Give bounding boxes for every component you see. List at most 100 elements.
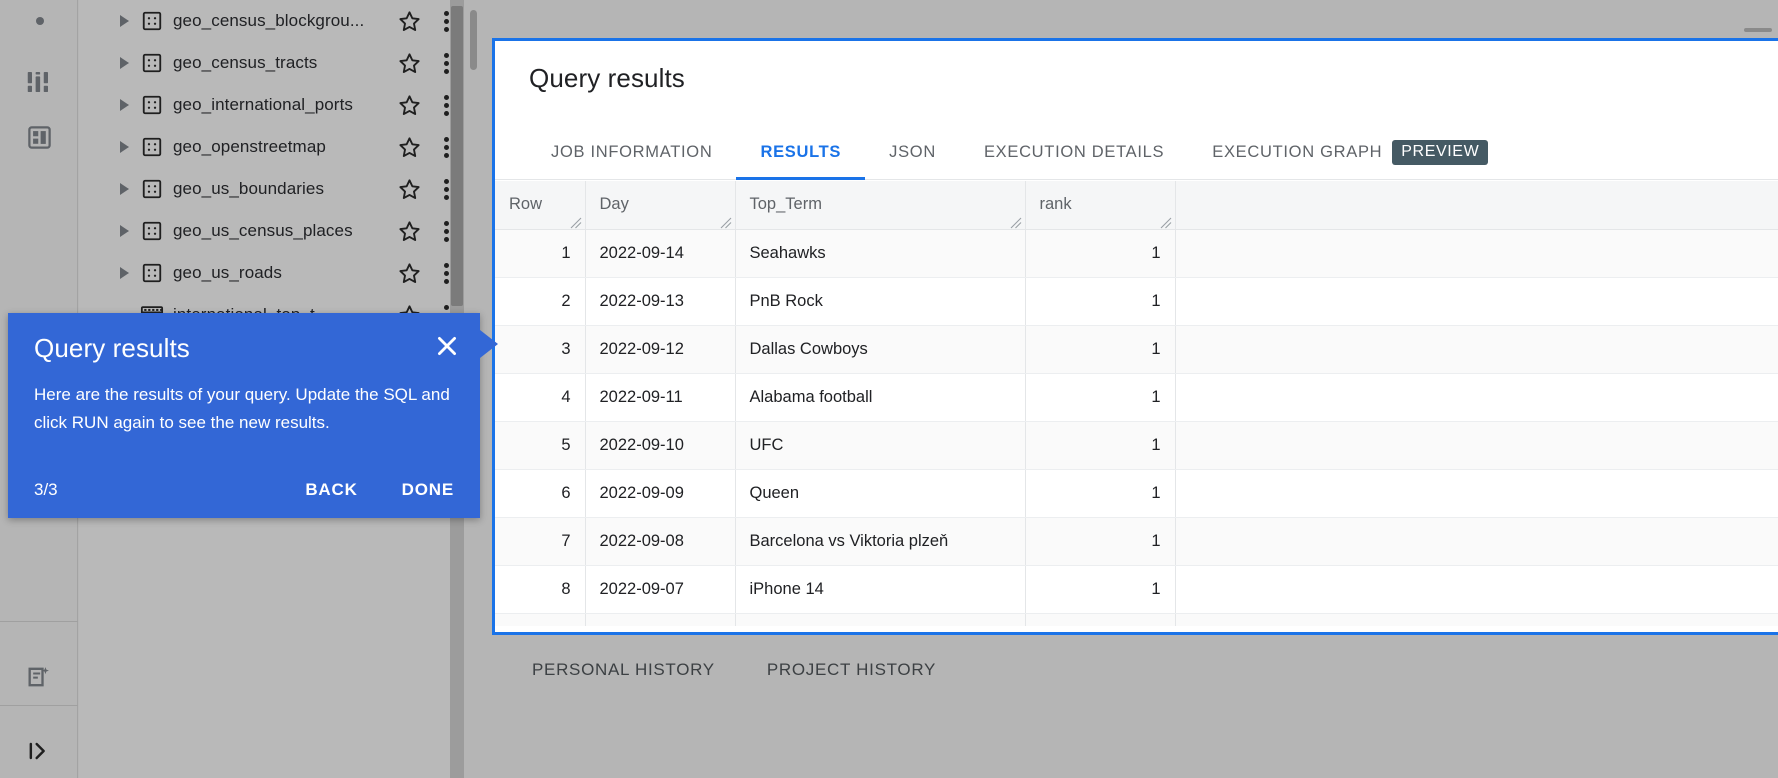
explorer-item[interactable]: geo_us_census_places xyxy=(79,210,464,252)
explorer-item-label: geo_us_census_places xyxy=(173,221,390,241)
column-header-label: Row xyxy=(509,195,542,213)
cell-row-number: 6 xyxy=(495,469,585,517)
table-row[interactable]: 62022-09-09Queen1 xyxy=(495,469,1778,517)
tab-execution-details[interactable]: EXECUTION DETAILS xyxy=(960,125,1188,180)
table-row[interactable]: 52022-09-10UFC1 xyxy=(495,421,1778,469)
editor-scrollbar-thumb[interactable] xyxy=(470,10,477,70)
table-row[interactable]: 92022-09-06Don't Worry Darling1 xyxy=(495,613,1778,626)
explorer-item[interactable]: geo_census_tracts xyxy=(79,42,464,84)
expand-caret-icon[interactable] xyxy=(111,267,137,279)
tab-label: JOB INFORMATION xyxy=(551,143,712,162)
explorer-item[interactable]: geo_international_ports xyxy=(79,84,464,126)
star-outline-icon[interactable] xyxy=(390,93,428,118)
column-header-top_term[interactable]: Top_Term xyxy=(735,181,1025,229)
table-icon xyxy=(137,178,167,200)
cell-rank: 1 xyxy=(1025,517,1175,565)
cell-spacer xyxy=(1175,613,1778,626)
expand-caret-icon[interactable] xyxy=(111,183,137,195)
results-table-head: Row DayTop_Termrank xyxy=(495,181,1778,229)
star-outline-icon[interactable] xyxy=(390,219,428,244)
coachmark-dialog: Query results Here are the results of yo… xyxy=(8,313,480,518)
table-row[interactable]: 82022-09-07iPhone 141 xyxy=(495,565,1778,613)
tab-json[interactable]: JSON xyxy=(865,125,960,180)
column-resize-handle[interactable] xyxy=(1010,215,1022,227)
table-icon xyxy=(137,94,167,116)
dashboard-icon[interactable] xyxy=(12,110,66,164)
coachmark-done-button[interactable]: DONE xyxy=(402,480,454,500)
column-resize-handle[interactable] xyxy=(720,215,732,227)
rail-divider-top xyxy=(0,621,78,622)
coachmark-arrow xyxy=(480,330,498,358)
cell-day: 2022-09-08 xyxy=(585,517,735,565)
results-table: RowDayTop_Termrank 12022-09-14Seahawks12… xyxy=(495,181,1778,626)
page-title: Query results xyxy=(529,63,685,94)
column-header-day[interactable]: Day xyxy=(585,181,735,229)
cell-rank: 1 xyxy=(1025,325,1175,373)
expand-caret-icon[interactable] xyxy=(111,99,137,111)
table-row[interactable]: 72022-09-08Barcelona vs Viktoria plzeň1 xyxy=(495,517,1778,565)
cell-spacer xyxy=(1175,421,1778,469)
cell-top-term: Alabama football xyxy=(735,373,1025,421)
tab-execution-graph[interactable]: EXECUTION GRAPHPREVIEW xyxy=(1188,125,1512,180)
cell-rank: 1 xyxy=(1025,613,1175,626)
results-table-scroll[interactable]: RowDayTop_Termrank 12022-09-14Seahawks12… xyxy=(495,181,1778,626)
window-scroll-indicator[interactable] xyxy=(1744,28,1772,32)
expand-caret-icon[interactable] xyxy=(111,225,137,237)
cell-spacer xyxy=(1175,277,1778,325)
cell-top-term: Queen xyxy=(735,469,1025,517)
cell-spacer xyxy=(1175,229,1778,277)
cell-spacer xyxy=(1175,517,1778,565)
table-row[interactable]: 32022-09-12Dallas Cowboys1 xyxy=(495,325,1778,373)
column-resize-handle[interactable] xyxy=(1160,215,1172,227)
cell-day: 2022-09-09 xyxy=(585,469,735,517)
rail-divider-bottom xyxy=(0,705,78,706)
star-outline-icon[interactable] xyxy=(390,51,428,76)
star-outline-icon[interactable] xyxy=(390,135,428,160)
table-icon xyxy=(137,10,167,32)
cell-top-term: Don't Worry Darling xyxy=(735,613,1025,626)
history-tab-project-history[interactable]: PROJECT HISTORY xyxy=(767,660,936,680)
cell-row-number: 1 xyxy=(495,229,585,277)
star-outline-icon[interactable] xyxy=(390,261,428,286)
explorer-item-label: geo_census_blockgrou... xyxy=(173,11,390,31)
results-area: Query results JOB INFORMATION RESULTSJSON… xyxy=(464,0,1778,778)
cell-row-number: 4 xyxy=(495,373,585,421)
cell-day: 2022-09-12 xyxy=(585,325,735,373)
coachmark-back-button[interactable]: BACK xyxy=(305,480,357,500)
column-header-rank[interactable]: rank xyxy=(1025,181,1175,229)
expand-caret-icon[interactable] xyxy=(111,57,137,69)
tab-job-information[interactable]: JOB INFORMATION xyxy=(527,125,736,180)
column-resize-handle[interactable] xyxy=(570,215,582,227)
explorer-scrollbar-thumb[interactable] xyxy=(451,6,463,306)
expand-caret-icon[interactable] xyxy=(111,141,137,153)
star-outline-icon[interactable] xyxy=(390,177,428,202)
star-outline-icon[interactable] xyxy=(390,9,428,34)
cell-row-number: 3 xyxy=(495,325,585,373)
cell-day: 2022-09-07 xyxy=(585,565,735,613)
history-tab-bar: PERSONAL HISTORY PROJECT HISTORY xyxy=(492,640,1778,700)
cell-day: 2022-09-13 xyxy=(585,277,735,325)
explorer-item[interactable]: geo_openstreetmap xyxy=(79,126,464,168)
table-row[interactable]: 22022-09-13PnB Rock1 xyxy=(495,277,1778,325)
explorer-item[interactable]: geo_us_roads xyxy=(79,252,464,294)
close-icon[interactable] xyxy=(428,327,466,365)
bigquery-studio-icon[interactable] xyxy=(12,55,66,109)
explorer-item-label: geo_census_tracts xyxy=(173,53,390,73)
explorer-item[interactable]: geo_us_boundaries xyxy=(79,168,464,210)
results-tabs: JOB INFORMATION RESULTSJSONEXECUTION DETA… xyxy=(495,125,1778,180)
expand-caret-icon[interactable] xyxy=(111,15,137,27)
history-tab-personal-history[interactable]: PERSONAL HISTORY xyxy=(532,660,715,680)
expand-panel-icon[interactable] xyxy=(12,724,66,778)
explorer-item[interactable]: geo_census_blockgrou... xyxy=(79,0,464,42)
column-header-row[interactable]: Row xyxy=(495,181,585,229)
notes-sparkle-icon[interactable] xyxy=(12,650,66,704)
cell-rank: 1 xyxy=(1025,421,1175,469)
table-icon xyxy=(137,220,167,242)
explorer-item-label: geo_us_boundaries xyxy=(173,179,390,199)
table-row[interactable]: 42022-09-11Alabama football1 xyxy=(495,373,1778,421)
status-dot xyxy=(18,7,62,35)
tab-results[interactable]: RESULTS xyxy=(736,125,865,180)
preview-badge: PREVIEW xyxy=(1392,140,1488,165)
cell-rank: 1 xyxy=(1025,469,1175,517)
table-row[interactable]: 12022-09-14Seahawks1 xyxy=(495,229,1778,277)
